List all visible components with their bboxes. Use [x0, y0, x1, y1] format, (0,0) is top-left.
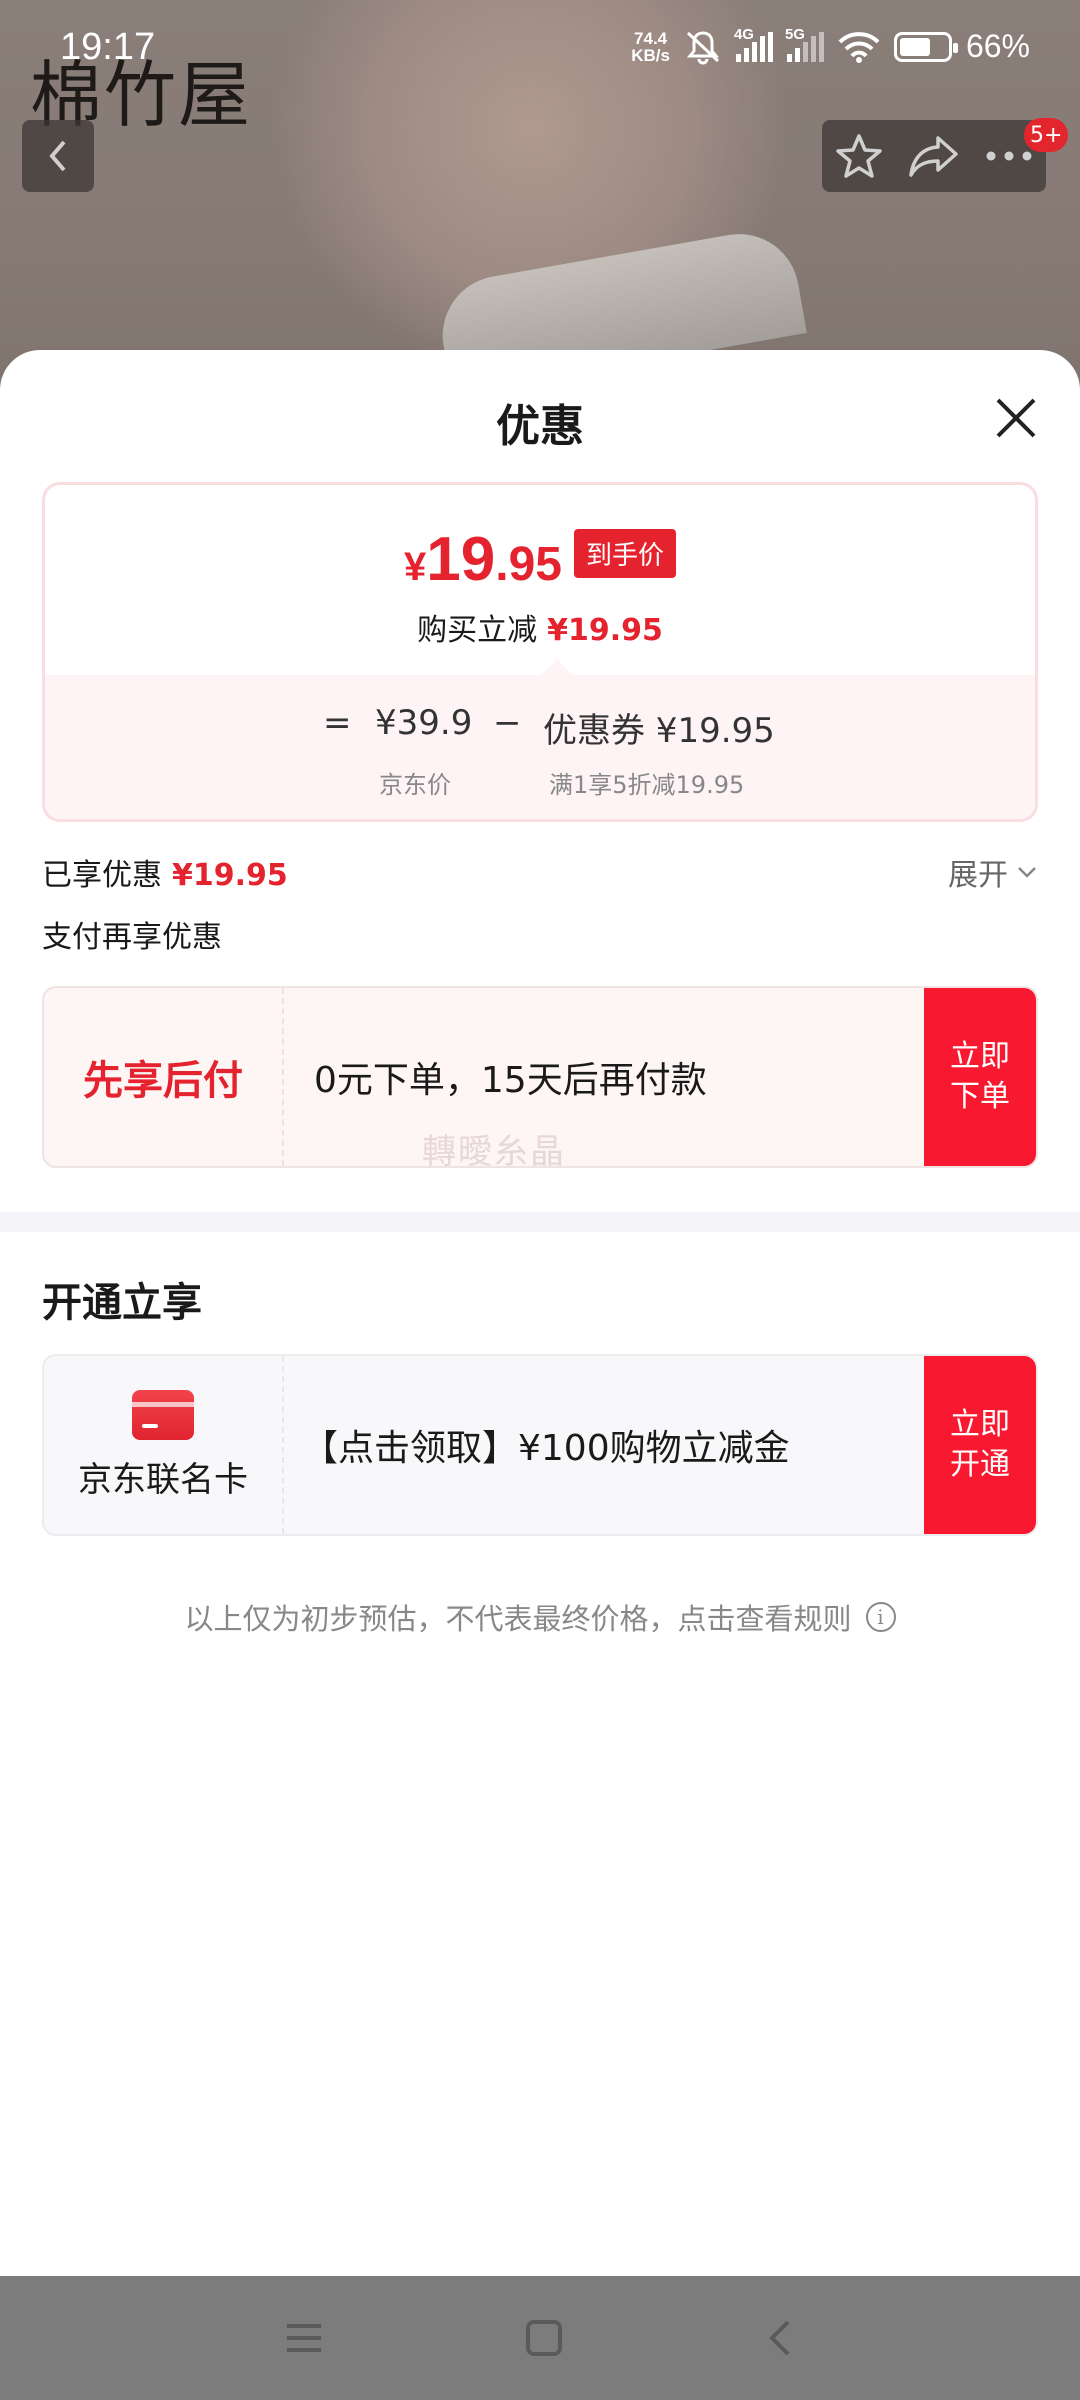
final-price-row: ¥19.95 到手价	[45, 529, 1035, 598]
back-nav-icon[interactable]	[764, 2318, 796, 2358]
instant-discount-line: 购买立减 ¥19.95	[417, 613, 663, 648]
signal-5g-icon: 5G	[785, 26, 824, 62]
status-icons: 74.4 KB/s 4G 5G 66%	[631, 26, 1030, 65]
signal-4g-icon: 4G	[734, 26, 773, 62]
message-count-badge: 5+	[1024, 118, 1069, 152]
pay-more-discount-title: 支付再享优惠	[42, 920, 222, 955]
final-price: ¥19.95	[404, 525, 562, 594]
price-formula-section: = ¥39.9 − 优惠券 ¥19.95 京东价 满1享5折减19.95	[45, 675, 1035, 819]
price-formula: = ¥39.9 − 优惠券 ¥19.95	[45, 703, 1035, 753]
pay-later-title: 先享后付	[83, 1058, 243, 1104]
favorite-star-icon[interactable]	[835, 132, 883, 180]
pay-later-title-cell: 先享后付	[44, 988, 284, 1166]
network-speed: 74.4 KB/s	[631, 30, 670, 64]
chevron-down-icon	[1018, 867, 1036, 878]
mute-bell-icon	[686, 30, 720, 64]
card-notch	[541, 659, 573, 675]
back-button[interactable]	[22, 120, 94, 192]
cobrand-card-offer[interactable]: 京东联名卡 【点击领取】¥100购物立减金 立即开通	[42, 1354, 1038, 1536]
open-now-button[interactable]: 立即开通	[924, 1356, 1036, 1534]
home-icon[interactable]	[524, 2318, 564, 2358]
jd-price-label: 京东价	[379, 771, 451, 799]
sheet-title: 优惠	[496, 401, 584, 452]
network-speed-unit: KB/s	[631, 45, 670, 65]
cobrand-card-desc: 【点击领取】¥100购物立减金	[302, 1428, 790, 1469]
price-breakdown-card: ¥19.95 到手价 购买立减 ¥19.95 = ¥39.9 − 优惠券 ¥19.…	[42, 482, 1038, 822]
watermark-text: 轉曖糸晶	[422, 1132, 566, 1172]
chevron-left-icon	[49, 140, 66, 172]
more-icon[interactable]	[985, 150, 1033, 162]
cobrand-card-name: 京东联名卡	[78, 1459, 248, 1500]
close-icon[interactable]	[990, 392, 1042, 444]
order-now-button[interactable]: 立即下单	[924, 988, 1036, 1166]
price-disclaimer[interactable]: 以上仅为初步预估，不代表最终价格，点击查看规则 i	[0, 1596, 1080, 1638]
open-section-title: 开通立享	[42, 1280, 202, 1326]
jd-price-value: ¥39.9	[375, 703, 473, 743]
expand-button[interactable]: 展开	[948, 850, 1038, 894]
coupon-value: 优惠券 ¥19.95	[543, 711, 775, 751]
equals-sign: =	[323, 703, 352, 743]
discount-sheet: 优惠 ¥19.95 到手价 购买立减 ¥19.95 = ¥39.9 − 优惠券 ¥…	[0, 350, 1080, 2276]
credit-card-icon	[132, 1389, 194, 1440]
battery-icon	[893, 31, 958, 62]
final-price-section: ¥19.95 到手价 购买立减 ¥19.95	[45, 485, 1035, 675]
section-divider	[0, 1212, 1080, 1232]
network-speed-value: 74.4	[634, 28, 668, 48]
coupon-rule-label: 满1享5折减19.95	[549, 771, 745, 799]
top-action-group	[822, 120, 1046, 192]
share-icon[interactable]	[908, 134, 960, 178]
final-price-tag: 到手价	[573, 529, 676, 578]
info-icon: i	[865, 1602, 896, 1632]
system-nav-bar	[0, 2276, 1080, 2400]
wifi-icon	[838, 31, 880, 63]
cobrand-card-cell: 京东联名卡	[44, 1356, 284, 1534]
battery-percent: 66%	[965, 28, 1030, 64]
enjoyed-discount: 已享优惠 ¥19.95	[42, 858, 288, 893]
minus-sign: −	[493, 703, 522, 743]
menu-icon[interactable]	[284, 2320, 324, 2356]
status-bar: 19:17 74.4 KB/s 4G 5G 66%	[0, 0, 1080, 100]
status-time: 19:17	[60, 26, 156, 68]
